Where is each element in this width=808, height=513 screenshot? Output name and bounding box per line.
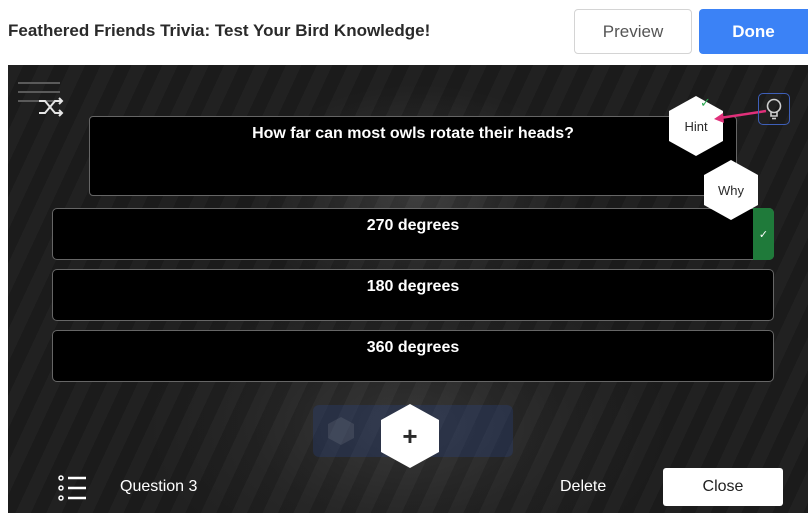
top-bar: Feathered Friends Trivia: Test Your Bird… bbox=[0, 0, 808, 64]
question-number-label: Question 3 bbox=[120, 478, 198, 495]
answer-option[interactable]: 360 degrees bbox=[52, 330, 774, 382]
correct-answer-marker[interactable]: ✓ bbox=[753, 208, 774, 260]
lightbulb-icon[interactable] bbox=[758, 93, 790, 125]
answer-text: 360 degrees bbox=[366, 339, 460, 356]
close-button[interactable]: Close bbox=[663, 468, 783, 506]
shuffle-icon[interactable] bbox=[37, 96, 65, 118]
done-button[interactable]: Done bbox=[699, 9, 808, 54]
list-icon[interactable] bbox=[56, 472, 88, 504]
answer-option[interactable]: 180 degrees bbox=[52, 269, 774, 321]
preview-button[interactable]: Preview bbox=[574, 9, 692, 54]
quiz-title: Feathered Friends Trivia: Test Your Bird… bbox=[8, 21, 431, 40]
delete-button[interactable]: Delete bbox=[560, 478, 606, 496]
answer-text: 180 degrees bbox=[366, 278, 460, 295]
question-text: How far can most owls rotate their heads… bbox=[252, 125, 574, 142]
question-editor-stage: How far can most owls rotate their heads… bbox=[8, 65, 808, 513]
answer-text: 270 degrees bbox=[366, 217, 460, 234]
question-box[interactable]: How far can most owls rotate their heads… bbox=[89, 116, 737, 196]
answer-option[interactable]: 270 degrees ✓ bbox=[52, 208, 774, 260]
